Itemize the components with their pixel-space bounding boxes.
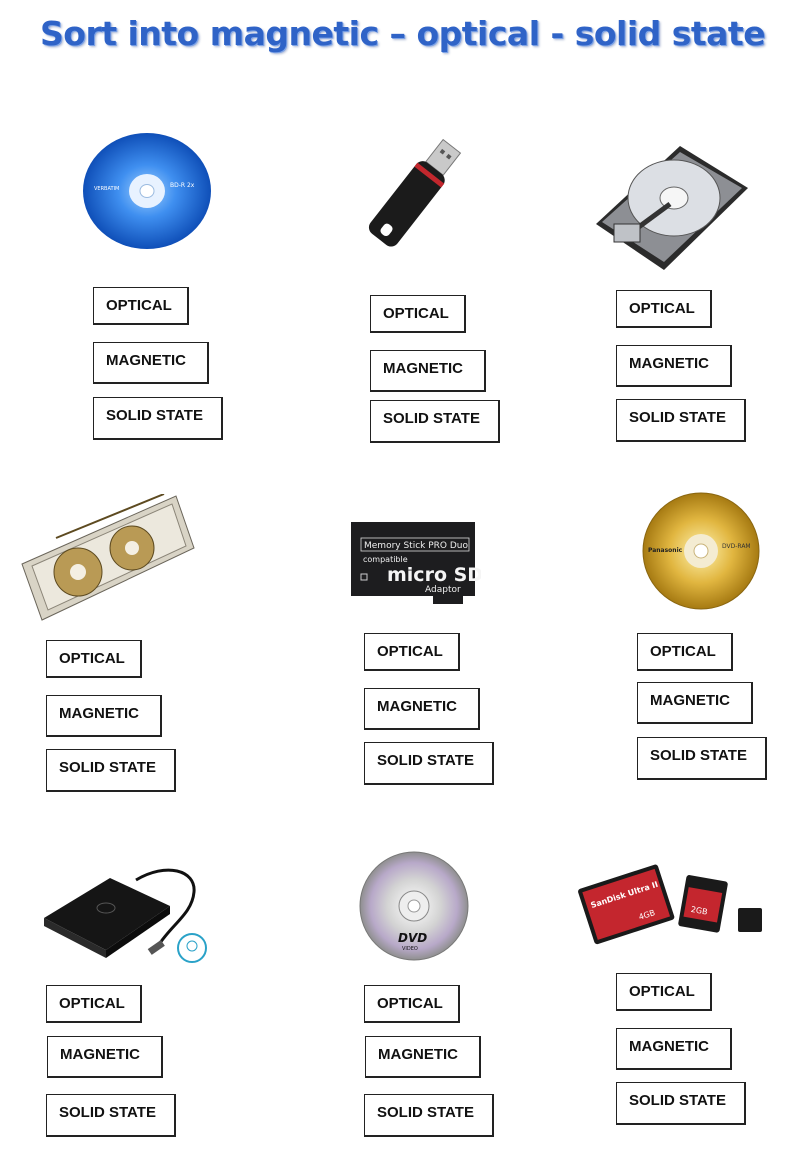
adaptor-line2: compatible <box>363 555 408 564</box>
optical-option-blu-ray[interactable]: OPTICAL <box>93 287 189 325</box>
magnetic-option-blu-ray[interactable]: MAGNETIC <box>93 342 209 384</box>
magnetic-option-tape[interactable]: MAGNETIC <box>46 695 162 737</box>
solid-state-option-external-hdd[interactable]: SOLID STATE <box>46 1094 176 1137</box>
dvd-ram-disc-image: Panasonic DVD-RAM <box>642 492 760 610</box>
dvd-ram-brand: Panasonic <box>648 547 683 554</box>
solid-state-option-dvd-ram[interactable]: SOLID STATE <box>637 737 767 780</box>
dvd-sub: VIDEO <box>402 946 418 952</box>
hard-disk-drive-image <box>596 146 748 270</box>
memory-stick-adaptor-image: Memory Stick PRO Duo compatible micro SD… <box>351 522 481 604</box>
adaptor-line4: Adaptor <box>425 585 461 595</box>
adaptor-line1: Memory Stick PRO Duo <box>364 541 468 551</box>
optical-option-memory-cards[interactable]: OPTICAL <box>616 973 712 1011</box>
magnetic-option-hdd[interactable]: MAGNETIC <box>616 345 732 387</box>
solid-state-option-hdd[interactable]: SOLID STATE <box>616 399 746 442</box>
magnetic-option-adaptor[interactable]: MAGNETIC <box>364 688 480 730</box>
optical-option-tape[interactable]: OPTICAL <box>46 640 142 678</box>
optical-option-adaptor[interactable]: OPTICAL <box>364 633 460 671</box>
blu-ray-label: BD-R 2x <box>170 182 195 189</box>
memory-cards-image: SanDisk Ultra II 4GB 2GB <box>578 864 762 945</box>
solid-state-option-blu-ray[interactable]: SOLID STATE <box>93 397 223 440</box>
solid-state-option-dvd[interactable]: SOLID STATE <box>364 1094 494 1137</box>
adaptor-line3: micro SD <box>387 564 481 586</box>
tape-cartridge-image <box>21 494 195 621</box>
magnetic-option-external-hdd[interactable]: MAGNETIC <box>47 1036 163 1078</box>
blu-ray-disc-image: VERBATIM BD-R 2x <box>83 133 211 249</box>
dvd-logo: DVD <box>398 931 427 945</box>
dvd-disc-image: DVD VIDEO <box>359 851 469 961</box>
magnetic-option-usb[interactable]: MAGNETIC <box>370 350 486 392</box>
dvd-ram-label: DVD-RAM <box>722 543 751 550</box>
optical-option-hdd[interactable]: OPTICAL <box>616 290 712 328</box>
solid-state-option-adaptor[interactable]: SOLID STATE <box>364 742 494 785</box>
magnetic-option-dvd[interactable]: MAGNETIC <box>365 1036 481 1078</box>
magnetic-option-dvd-ram[interactable]: MAGNETIC <box>637 682 753 724</box>
external-hard-drive-image <box>44 868 207 963</box>
blu-ray-brand: VERBATIM <box>94 186 119 192</box>
usb-flash-drive-image <box>368 138 462 247</box>
optical-option-dvd[interactable]: OPTICAL <box>364 985 460 1023</box>
optical-option-usb[interactable]: OPTICAL <box>370 295 466 333</box>
solid-state-option-tape[interactable]: SOLID STATE <box>46 749 176 792</box>
magnetic-option-memory-cards[interactable]: MAGNETIC <box>616 1028 732 1070</box>
page-title: Sort into magnetic – optical - solid sta… <box>40 14 766 53</box>
optical-option-external-hdd[interactable]: OPTICAL <box>46 985 142 1023</box>
solid-state-option-usb[interactable]: SOLID STATE <box>370 400 500 443</box>
optical-option-dvd-ram[interactable]: OPTICAL <box>637 633 733 671</box>
solid-state-option-memory-cards[interactable]: SOLID STATE <box>616 1082 746 1125</box>
